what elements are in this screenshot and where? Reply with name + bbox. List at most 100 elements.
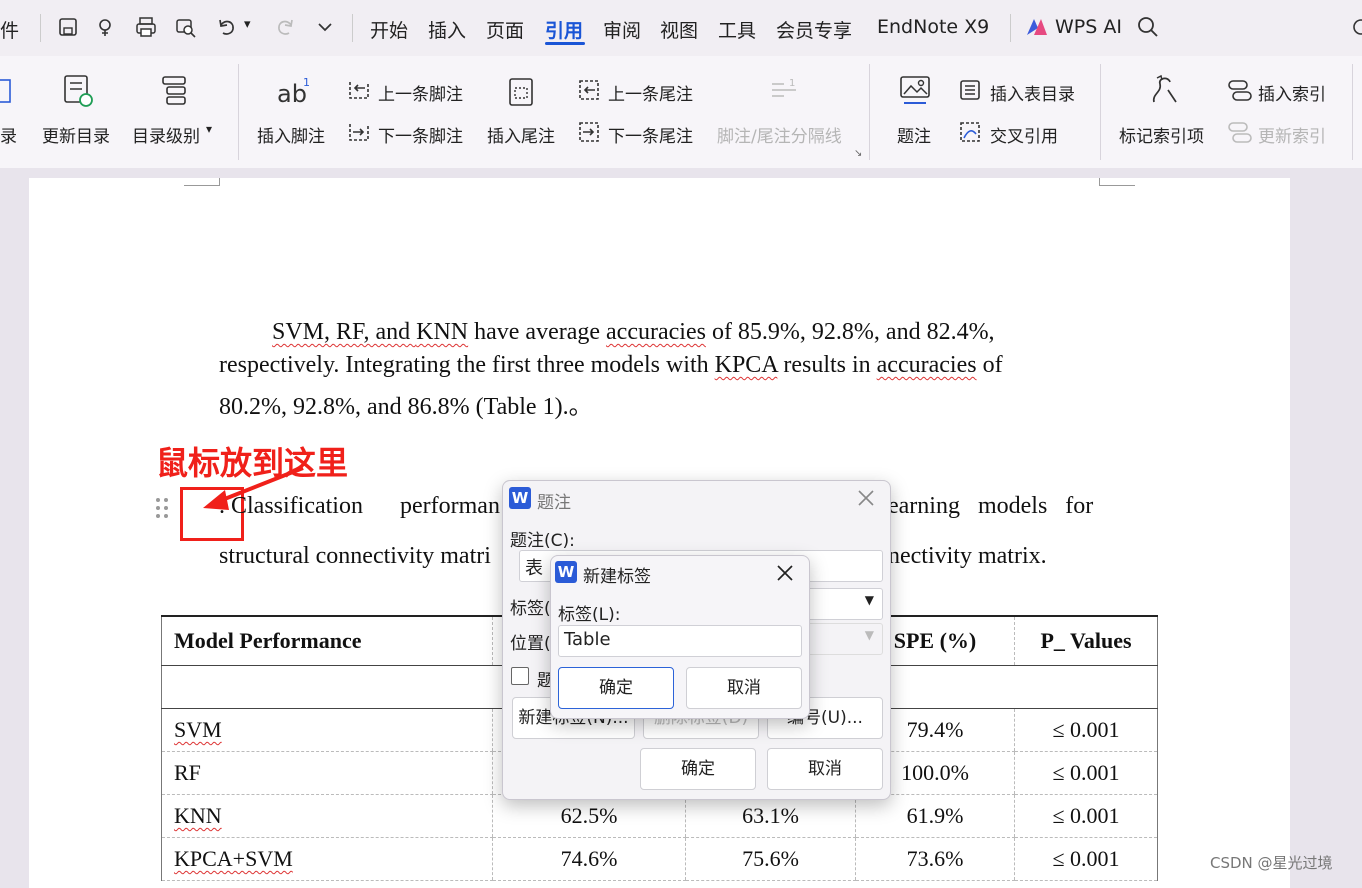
- tab-references[interactable]: 引用: [545, 16, 583, 43]
- new-label-input[interactable]: Table: [558, 625, 802, 657]
- new-label-dialog: W 新建标签 标签(L): Table 确定 取消: [550, 555, 810, 719]
- mark-index-entry-button[interactable]: 标记索引项: [1119, 122, 1204, 147]
- redo-icon[interactable]: [274, 16, 296, 38]
- toc-level-icon[interactable]: [160, 74, 190, 108]
- tab-review[interactable]: 审阅: [603, 16, 641, 43]
- prev-endnote-icon[interactable]: [577, 78, 601, 102]
- note-separator-icon: 1: [772, 78, 796, 97]
- text-run: results in: [777, 352, 877, 378]
- wps-ai-button[interactable]: WPS AI: [1055, 16, 1122, 38]
- tab-endnote[interactable]: EndNote X9: [877, 16, 989, 38]
- svg-text:1: 1: [789, 78, 795, 89]
- divider: [352, 14, 353, 42]
- tab-view[interactable]: 视图: [660, 16, 698, 43]
- caption-input-value: 表: [525, 558, 543, 579]
- dialog-launcher-icon[interactable]: ↘: [854, 148, 862, 159]
- cross-reference-icon[interactable]: [958, 120, 982, 144]
- table-header-cell: P_ Values: [1014, 616, 1158, 666]
- caption-button[interactable]: 题注: [897, 122, 931, 147]
- table-cell: ≤ 0.001: [1014, 751, 1158, 795]
- svg-text:1: 1: [303, 76, 310, 89]
- toc-fragment-label[interactable]: 录: [0, 122, 17, 147]
- caption-cancel-button[interactable]: 取消: [767, 748, 883, 790]
- label-select[interactable]: ▼: [803, 588, 883, 620]
- cross-reference-button[interactable]: 交叉引用: [990, 122, 1058, 147]
- next-footnote-icon[interactable]: [347, 120, 371, 144]
- watermark-text: CSDN @星光过境: [1210, 854, 1333, 872]
- update-index-button: 更新索引: [1258, 127, 1326, 147]
- undo-dropdown-chevron-icon[interactable]: ▾: [244, 17, 251, 32]
- insert-index-icon[interactable]: [1227, 78, 1253, 102]
- note-separator-button: 脚注/尾注分隔线: [717, 127, 842, 147]
- exclude-label-checkbox[interactable]: [511, 667, 529, 685]
- table-cell: KNN: [161, 794, 493, 838]
- tab-tools[interactable]: 工具: [718, 16, 756, 43]
- caption-ok-button[interactable]: 确定: [640, 748, 756, 790]
- text-run: KPCA: [714, 352, 778, 378]
- table-header-cell: Model Performance: [161, 616, 493, 666]
- more-chevron-down-icon[interactable]: [314, 16, 336, 38]
- position-field-label: 位置(: [510, 634, 551, 654]
- next-footnote-button[interactable]: 下一条脚注: [378, 122, 463, 147]
- tab-home[interactable]: 开始: [370, 16, 408, 43]
- insert-endnote-icon[interactable]: [507, 76, 537, 108]
- undo-icon[interactable]: [216, 16, 238, 38]
- paragraph-line[interactable]: SVM, RF, and KNN have average accuracies…: [272, 319, 995, 346]
- label-select-chevron-down-icon: ▼: [864, 593, 874, 607]
- toc-level-dropdown[interactable]: 目录级别: [132, 122, 200, 147]
- table-cell: ≤ 0.001: [1014, 708, 1158, 752]
- margin-mark: [1099, 185, 1135, 186]
- text-run: SVM, RF, and: [272, 319, 417, 345]
- caption-line[interactable]: nectivity matrix.: [888, 543, 1047, 570]
- next-endnote-button[interactable]: 下一条尾注: [608, 122, 693, 147]
- drag-handle-icon[interactable]: [155, 496, 169, 520]
- tab-insert[interactable]: 插入: [428, 16, 466, 43]
- insert-footnote-button[interactable]: 插入脚注: [257, 122, 325, 147]
- caption-line[interactable]: structural connectivity matri: [219, 543, 491, 570]
- update-toc-button[interactable]: 更新目录: [42, 122, 110, 147]
- caption-field-label: 题注(C):: [510, 531, 575, 551]
- save-icon[interactable]: [57, 16, 79, 38]
- print-icon[interactable]: [135, 16, 157, 38]
- mark-index-entry-icon[interactable]: [1148, 74, 1182, 106]
- search-icon[interactable]: [1137, 16, 1159, 38]
- caption-icon[interactable]: [898, 74, 932, 106]
- paragraph-line[interactable]: respectively. Integrating the first thre…: [219, 352, 1003, 379]
- toc-level-chevron-down-icon: ▾: [206, 122, 213, 136]
- insert-table-toc-button[interactable]: 插入表目录: [990, 80, 1075, 105]
- table-cell: 75.6%: [685, 837, 856, 881]
- margin-mark: [184, 185, 220, 186]
- menu-fragment[interactable]: 件: [0, 16, 19, 43]
- close-icon[interactable]: [857, 489, 875, 507]
- tab-member[interactable]: 会员专享: [776, 16, 852, 43]
- prev-footnote-icon[interactable]: [347, 78, 371, 102]
- insert-table-toc-icon[interactable]: [958, 78, 982, 102]
- update-toc-icon[interactable]: [62, 74, 94, 108]
- table-cell: RF: [161, 751, 493, 795]
- print-preview-icon[interactable]: [174, 16, 196, 38]
- insert-footnote-icon[interactable]: ab1: [276, 76, 310, 106]
- new-label-field-label: 标签(L):: [558, 605, 621, 625]
- table-cell: 63.1%: [685, 794, 856, 838]
- caption-line[interactable]: performan: [400, 493, 500, 520]
- position-select[interactable]: ▼: [803, 623, 883, 655]
- new-label-cancel-button[interactable]: 取消: [686, 667, 802, 709]
- table-cell: 74.6%: [492, 837, 686, 881]
- new-label-ok-button[interactable]: 确定: [558, 667, 674, 709]
- toc-icon[interactable]: [0, 76, 14, 108]
- caption-line[interactable]: . Classification: [219, 493, 363, 520]
- caption-line[interactable]: earning models for: [888, 493, 1093, 520]
- table-cell: ≤ 0.001: [1014, 837, 1158, 881]
- tab-page[interactable]: 页面: [486, 16, 524, 43]
- extra-icon[interactable]: [1350, 16, 1362, 38]
- paragraph-line[interactable]: 80.2%, 92.8%, and 86.8% (Table 1).。: [219, 386, 593, 421]
- insert-endnote-button[interactable]: 插入尾注: [487, 122, 555, 147]
- close-icon[interactable]: [777, 565, 793, 581]
- text-run: of 85.9%, 92.8%, and 82.4%,: [705, 319, 995, 345]
- prev-footnote-button[interactable]: 上一条脚注: [378, 80, 463, 105]
- prev-endnote-button[interactable]: 上一条尾注: [608, 80, 693, 105]
- next-endnote-icon[interactable]: [577, 120, 601, 144]
- insert-index-button[interactable]: 插入索引: [1258, 80, 1326, 105]
- wps-writer-logo-icon: W: [555, 561, 577, 583]
- export-icon[interactable]: [96, 16, 118, 38]
